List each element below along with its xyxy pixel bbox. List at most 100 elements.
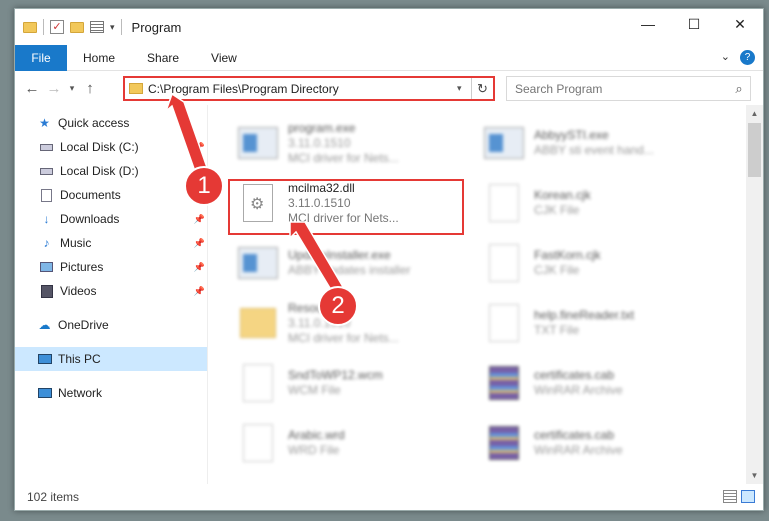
item-count: 102 items	[27, 490, 80, 504]
file-name: AbbyySTI.exe	[534, 128, 609, 142]
scroll-down-icon[interactable]: ▼	[746, 467, 763, 484]
pin-icon[interactable]: 📌	[194, 286, 205, 297]
back-arrow-icon[interactable]: ←	[21, 80, 43, 97]
file-detail: ABBY sti event hand...	[534, 143, 654, 157]
chevron-down-icon[interactable]: ▾	[457, 83, 471, 94]
network-icon	[37, 386, 52, 400]
file-name: certificates.cab	[534, 368, 615, 382]
vertical-scrollbar[interactable]: ▲ ▼	[746, 105, 763, 484]
file-detail: ABBY updates installer	[288, 263, 411, 277]
up-arrow-icon[interactable]: ↑	[79, 80, 101, 97]
sidebar-item-documents[interactable]: Documents 📌	[15, 183, 207, 207]
address-bar[interactable]: C:\Program Files\Program Directory ▾ ↻	[123, 76, 495, 101]
archive-icon	[484, 361, 524, 405]
tab-share[interactable]: Share	[131, 51, 195, 65]
new-folder-icon[interactable]	[70, 21, 84, 33]
sidebar-item-music[interactable]: ♪ Music 📌	[15, 231, 207, 255]
sidebar-item-label: Downloads	[60, 212, 120, 226]
file-detail: 3.11.0.1510	[288, 135, 351, 150]
main-area: ★ Quick access Local Disk (C:) 📌 Local D…	[15, 105, 763, 484]
file-name: FastKorn.cjk	[534, 248, 601, 262]
properties-icon[interactable]	[90, 21, 104, 33]
drive-icon	[39, 164, 54, 178]
file-text: program.exe 3.11.0.1510 MCI driver for Net…	[288, 121, 399, 166]
sidebar-item-quick-access[interactable]: ★ Quick access	[15, 111, 207, 135]
sidebar-item-local-disk-c[interactable]: Local Disk (C:) 📌	[15, 135, 207, 159]
sidebar-item-videos[interactable]: Videos 📌	[15, 279, 207, 303]
recent-locations-chevron-icon[interactable]: ▾	[65, 83, 79, 94]
folder-icon[interactable]	[23, 21, 37, 33]
tab-home[interactable]: Home	[67, 51, 131, 65]
file-name: certificates.cab	[534, 428, 615, 442]
star-icon: ★	[39, 116, 50, 130]
address-path[interactable]: C:\Program Files\Program Directory	[148, 82, 457, 96]
file-list: program.exe 3.11.0.1510 MCI driver for Net…	[208, 105, 763, 484]
file-item[interactable]: program.exe 3.11.0.1510 MCI driver for Net…	[238, 113, 484, 173]
computer-icon	[37, 352, 52, 366]
folder-icon	[238, 301, 278, 345]
customize-dropdown-icon[interactable]: ▾	[110, 22, 115, 33]
sidebar-item-label: Local Disk (D:)	[60, 164, 139, 178]
scrollbar-thumb[interactable]	[748, 123, 761, 177]
file-grid: program.exe 3.11.0.1510 MCI driver for Net…	[238, 113, 730, 473]
expand-ribbon-icon[interactable]: ⌄	[721, 50, 730, 65]
explorer-window: ✓ ▾ Program — ☐ ✕ File Home Share View ⌄…	[14, 8, 764, 511]
file-description: MCI driver for Nets...	[288, 150, 399, 165]
file-item[interactable]: AbbyySTI.exe ABBY sti event hand...	[484, 113, 730, 173]
file-text: help.fineReader.txt TXT File	[534, 308, 634, 338]
pin-icon[interactable]: 📌	[194, 142, 205, 153]
sidebar-item-label: OneDrive	[58, 318, 109, 332]
file-name: SndToWP12.wcm	[288, 368, 383, 382]
sidebar-item-this-pc[interactable]: This PC	[15, 347, 207, 371]
close-button[interactable]: ✕	[717, 9, 763, 39]
status-bar: 102 items	[15, 484, 763, 510]
pictures-icon	[39, 260, 54, 274]
tab-view[interactable]: View	[195, 51, 253, 65]
toolbar-divider	[43, 19, 44, 35]
file-item[interactable]: help.fineReader.txt TXT File	[484, 293, 730, 353]
maximize-button[interactable]: ☐	[671, 9, 717, 39]
ribbon-tabs: File Home Share View ⌄ ?	[15, 44, 763, 71]
application-icon	[484, 121, 524, 165]
search-box[interactable]: ⌕	[506, 76, 751, 101]
sidebar-item-onedrive[interactable]: ☁ OneDrive	[15, 313, 207, 337]
sidebar-item-network[interactable]: Network	[15, 381, 207, 405]
minimize-button[interactable]: —	[625, 9, 671, 39]
file-item[interactable]: certificates.cab WinRAR Archive	[484, 413, 730, 473]
details-view-icon[interactable]	[723, 490, 737, 503]
file-item[interactable]: UpdateInstaller.exe ABBY updates installe…	[238, 233, 484, 293]
document-icon	[238, 421, 278, 465]
file-text: AbbyySTI.exe ABBY sti event hand...	[534, 128, 654, 158]
pin-icon[interactable]: 📌	[194, 262, 205, 273]
tab-file[interactable]: File	[15, 44, 67, 71]
large-icons-view-icon[interactable]	[741, 490, 755, 503]
highlight-box	[228, 179, 464, 235]
file-item[interactable]: Korean.cjk CJK File	[484, 173, 730, 233]
properties-check-icon[interactable]: ✓	[50, 20, 64, 34]
pin-icon[interactable]: 📌	[194, 238, 205, 249]
file-detail: TXT File	[534, 323, 580, 337]
sidebar-item-pictures[interactable]: Pictures 📌	[15, 255, 207, 279]
help-icon[interactable]: ?	[740, 50, 755, 65]
file-item[interactable]: Arabic.wrd WRD File	[238, 413, 484, 473]
search-input[interactable]	[515, 81, 728, 96]
file-item[interactable]: certificates.cab WinRAR Archive	[484, 353, 730, 413]
file-item[interactable]: FastKorn.cjk CJK File	[484, 233, 730, 293]
sidebar-item-downloads[interactable]: ↓ Downloads 📌	[15, 207, 207, 231]
scroll-up-icon[interactable]: ▲	[746, 105, 763, 122]
view-switcher	[723, 490, 755, 503]
file-name: Korean.cjk	[534, 188, 591, 202]
document-icon	[484, 301, 524, 345]
file-text: certificates.cab WinRAR Archive	[534, 428, 623, 458]
file-detail: CJK File	[534, 263, 580, 277]
cloud-icon: ☁	[38, 318, 51, 332]
sidebar-item-local-disk-d[interactable]: Local Disk (D:)	[15, 159, 207, 183]
document-icon	[238, 361, 278, 405]
file-item[interactable]: Resources 3.11.0.1510 MCI driver for Nets.…	[238, 293, 484, 353]
search-icon[interactable]: ⌕	[728, 81, 750, 97]
file-item[interactable]: SndToWP12.wcm WCM File	[238, 353, 484, 413]
forward-arrow-icon[interactable]: →	[43, 80, 65, 97]
refresh-icon[interactable]: ↻	[471, 78, 493, 99]
window-title: Program	[131, 19, 182, 35]
pin-icon[interactable]: 📌	[194, 214, 205, 225]
